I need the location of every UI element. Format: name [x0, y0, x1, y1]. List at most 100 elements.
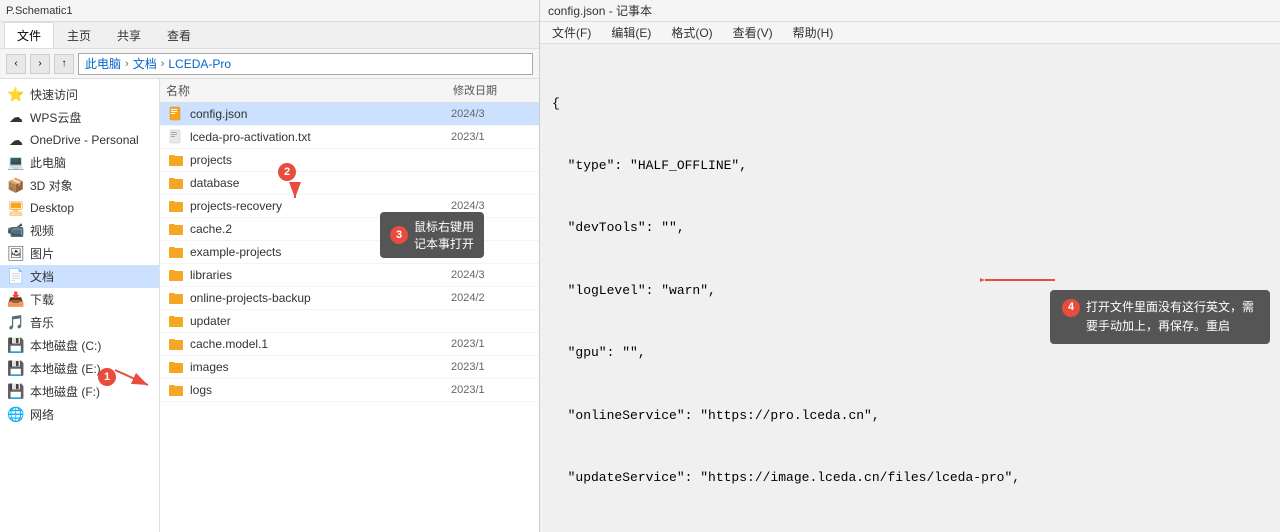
sidebar-label: 3D 对象 — [30, 177, 73, 194]
sidebar-label: WPS云盘 — [30, 109, 81, 126]
col-date-header[interactable]: 修改日期 — [453, 82, 533, 99]
file-item-database[interactable]: database — [160, 172, 539, 195]
sidebar-item-downloads[interactable]: 📥 下载 — [0, 288, 159, 311]
folder-libraries-icon — [168, 267, 184, 283]
file-item-images[interactable]: images 2023/1 — [160, 356, 539, 379]
onedrive-icon: ☁ — [8, 132, 24, 148]
sidebar-label: 此电脑 — [30, 154, 66, 171]
nav-back[interactable]: ‹ — [6, 54, 26, 74]
sidebar-item-3d[interactable]: 📦 3D 对象 — [0, 174, 159, 197]
sidebar-label: 本地磁盘 (F:) — [30, 383, 100, 400]
wps-icon: ☁ — [8, 110, 24, 126]
tab-view[interactable]: 查看 — [154, 22, 204, 48]
menu-edit[interactable]: 编辑(E) — [607, 23, 655, 42]
sidebar-label: 下载 — [30, 291, 54, 308]
file-name-activation: lceda-pro-activation.txt — [190, 130, 445, 144]
folder-backup-icon — [168, 290, 184, 306]
star-icon: ⭐ — [8, 87, 24, 103]
menu-help[interactable]: 帮助(H) — [789, 23, 838, 42]
folder-images-icon — [168, 359, 184, 375]
json-file-icon — [168, 106, 184, 122]
line-5: "gpu": "", — [552, 343, 1268, 364]
txt-file-icon — [168, 129, 184, 145]
titlebar-text: P.Schematic1 — [6, 5, 72, 17]
file-date-recovery: 2024/3 — [451, 200, 531, 212]
sidebar-label: 本地磁盘 (E:) — [30, 360, 101, 377]
line-6: "onlineService": "https://pro.lceda.cn", — [552, 406, 1268, 427]
folder-icon: 📦 — [8, 178, 24, 194]
sidebar-item-video[interactable]: 📹 视频 — [0, 219, 159, 242]
address-bar: ‹ › ↑ 此电脑 › 文档 › LCEDA-Pro — [0, 49, 539, 79]
path-computer[interactable]: 此电脑 — [85, 55, 121, 72]
nav-up[interactable]: ↑ — [54, 54, 74, 74]
menu-format[interactable]: 格式(O) — [667, 23, 716, 42]
notepad-titlebar: config.json - 记事本 — [540, 0, 1280, 22]
file-name-images: images — [190, 360, 445, 374]
tab-file[interactable]: 文件 — [4, 22, 54, 48]
nav-forward[interactable]: › — [30, 54, 50, 74]
menu-file[interactable]: 文件(F) — [548, 23, 595, 42]
file-item-libraries[interactable]: libraries 2024/3 — [160, 264, 539, 287]
file-date-activation: 2023/1 — [451, 131, 531, 143]
sidebar-item-music[interactable]: 🎵 音乐 — [0, 311, 159, 334]
file-item-activation[interactable]: lceda-pro-activation.txt 2023/1 — [160, 126, 539, 149]
music-icon: 🎵 — [8, 315, 24, 331]
sidebar-item-drive-e[interactable]: 💾 本地磁盘 (E:) — [0, 357, 159, 380]
file-item-projects[interactable]: projects — [160, 149, 539, 172]
sidebar-item-quickaccess[interactable]: ⭐ 快速访问 — [0, 83, 159, 106]
file-item-online-backup[interactable]: online-projects-backup 2024/2 — [160, 287, 539, 310]
notepad-menubar: 文件(F) 编辑(E) 格式(O) 查看(V) 帮助(H) — [540, 22, 1280, 44]
address-path[interactable]: 此电脑 › 文档 › LCEDA-Pro — [78, 53, 533, 75]
explorer-titlebar: P.Schematic1 — [0, 0, 539, 22]
sidebar-item-pc[interactable]: 💻 此电脑 — [0, 151, 159, 174]
sidebar-label: 文档 — [30, 268, 54, 285]
col-name-header[interactable]: 名称 — [166, 82, 453, 99]
sidebar-item-desktop[interactable]: 🖥 Desktop — [0, 197, 159, 219]
notepad-title-text: config.json - 记事本 — [548, 2, 652, 19]
file-list-header: 名称 修改日期 — [160, 79, 539, 103]
notepad-content[interactable]: { "type": "HALF_OFFLINE", "devTools": ""… — [540, 44, 1280, 532]
sidebar-label: 网络 — [30, 406, 54, 423]
drive-e-icon: 💾 — [8, 361, 24, 377]
sidebar-label: 视频 — [30, 222, 54, 239]
explorer-content: ⭐ 快速访问 ☁ WPS云盘 ☁ OneDrive - Personal 💻 此… — [0, 79, 539, 532]
folder-logs-icon — [168, 382, 184, 398]
file-date-backup: 2024/2 — [451, 292, 531, 304]
file-item-updater[interactable]: updater — [160, 310, 539, 333]
sidebar-item-docs[interactable]: 📄 文档 — [0, 265, 159, 288]
file-name-logs: logs — [190, 383, 445, 397]
downloads-icon: 📥 — [8, 292, 24, 308]
menu-view[interactable]: 查看(V) — [729, 23, 777, 42]
sidebar-item-drive-f[interactable]: 💾 本地磁盘 (F:) — [0, 380, 159, 403]
file-item-logs[interactable]: logs 2023/1 — [160, 379, 539, 402]
tooltip-4-text: 打开文件里面没有这行英文，需要手动加上，再保存。重启 — [1086, 298, 1258, 336]
sidebar-item-onedrive[interactable]: ☁ OneDrive - Personal — [0, 129, 159, 151]
file-name-config: config.json — [190, 107, 445, 121]
file-date-images: 2023/1 — [451, 361, 531, 373]
annotation-badge-2: 2 — [278, 163, 296, 181]
sidebar-item-network[interactable]: 🌐 网络 — [0, 403, 159, 426]
path-lceda[interactable]: LCEDA-Pro — [168, 57, 231, 71]
file-name-libraries: libraries — [190, 268, 445, 282]
ribbon-tabs: 文件 主页 共享 查看 — [0, 22, 539, 49]
sidebar-item-pictures[interactable]: 🖼 图片 — [0, 242, 159, 265]
path-docs[interactable]: 文档 — [133, 55, 157, 72]
folder-example-icon — [168, 244, 184, 260]
drive-f-icon: 💾 — [8, 384, 24, 400]
tab-home[interactable]: 主页 — [54, 22, 104, 48]
docs-icon: 📄 — [8, 269, 24, 285]
folder-database-icon — [168, 175, 184, 191]
file-name-database: database — [190, 176, 445, 190]
file-item-config[interactable]: config.json 2024/3 — [160, 103, 539, 126]
pc-icon: 💻 — [8, 155, 24, 171]
file-name-model: cache.model.1 — [190, 337, 445, 351]
folder-model-icon — [168, 336, 184, 352]
annotation-tooltip-3: 3 鼠标右键用记本事打开 — [380, 212, 484, 258]
file-item-cache-model[interactable]: cache.model.1 2023/1 — [160, 333, 539, 356]
notepad-panel: config.json - 记事本 文件(F) 编辑(E) 格式(O) 查看(V… — [540, 0, 1280, 532]
tab-share[interactable]: 共享 — [104, 22, 154, 48]
sidebar-item-drive-c[interactable]: 💾 本地磁盘 (C:) — [0, 334, 159, 357]
folder-cache2-icon — [168, 221, 184, 237]
sidebar-item-wps[interactable]: ☁ WPS云盘 — [0, 106, 159, 129]
desktop-icon: 🖥 — [8, 200, 24, 216]
